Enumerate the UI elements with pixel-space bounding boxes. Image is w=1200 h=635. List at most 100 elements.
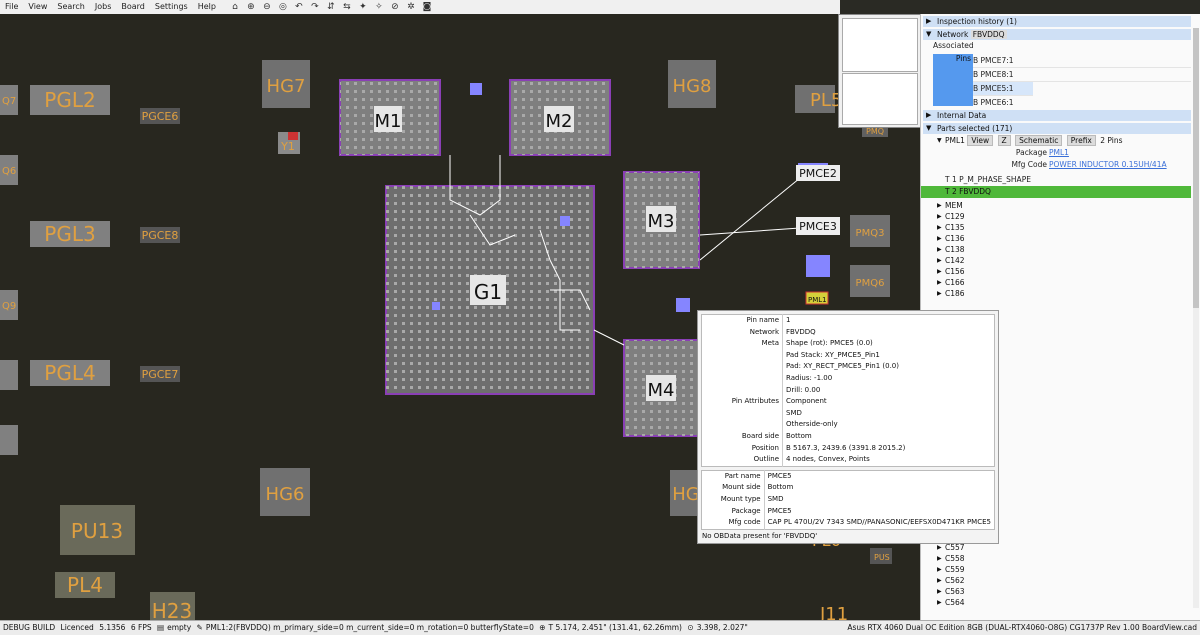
part-label: C558: [945, 554, 965, 563]
status-bar: DEBUG BUILD Licenced 5.1356 6 FPS ▤ empty…: [0, 620, 1200, 635]
pin-item[interactable]: B PMCE6:1: [973, 96, 1191, 109]
info-value: PMCE5: [767, 506, 792, 515]
mirror-icon[interactable]: ⇆: [341, 1, 353, 13]
highlight-icon[interactable]: ✦: [357, 1, 369, 13]
part-row[interactable]: ▶ C186: [921, 288, 1200, 299]
info-row: Package PMCE5: [701, 505, 995, 518]
info-value: Drill: 0.00: [786, 385, 821, 394]
label-pmq3: PMQ3: [856, 228, 885, 239]
zoom-in-icon[interactable]: ⊕: [245, 1, 257, 13]
part-row-pml1[interactable]: ▼ PML1 View Z Schematic Prefix 2 Pins: [921, 134, 1200, 147]
component-pmce5[interactable]: [806, 255, 830, 277]
label-h23: H23: [152, 599, 193, 620]
info-key: Pin name: [701, 314, 783, 327]
part-row[interactable]: ▶ MEM: [921, 200, 1200, 211]
part-label: C135: [945, 223, 965, 232]
pins-group: Pins B PMCE7:1 B PMCE8:1 B PMCE5:1 B PMC…: [921, 54, 1200, 108]
component-left-edge-2[interactable]: [0, 425, 18, 455]
menu-view[interactable]: View: [23, 0, 52, 14]
info-value: Shape (rot): PMCE5 (0.0): [786, 339, 873, 348]
label-pu13: PU13: [71, 519, 123, 543]
section-parts-selected[interactable]: ▼ Parts selected (171): [923, 123, 1191, 134]
menu-search[interactable]: Search: [52, 0, 89, 14]
info-value: 4 nodes, Convex, Points: [786, 455, 870, 464]
info-key: Mount side: [701, 482, 765, 494]
associated-label: Associated: [933, 41, 974, 50]
expand-icon: ▶: [937, 224, 942, 231]
info-key: Board side: [701, 430, 783, 443]
version-label: 5.1356: [99, 623, 126, 632]
part-row[interactable]: ▶ C156: [921, 266, 1200, 277]
prefix-button[interactable]: Prefix: [1066, 135, 1096, 146]
part-row[interactable]: ▶ C562: [921, 575, 1191, 586]
expand-icon: ▶: [926, 111, 932, 119]
section-label: Internal Data: [937, 111, 987, 120]
unhighlight-icon[interactable]: ✧: [373, 1, 385, 13]
part-label: C563: [945, 587, 965, 596]
component-left-edge-1[interactable]: [0, 360, 18, 390]
part-row[interactable]: ▶ C563: [921, 586, 1191, 597]
view-button[interactable]: View: [967, 135, 994, 146]
zoom-out-icon[interactable]: ⊖: [261, 1, 273, 13]
package-link[interactable]: PML1: [1049, 147, 1069, 159]
board-name: Asus RTX 4060 Dual OC Edition 8GB (DUAL-…: [847, 623, 1197, 632]
pin-row-1[interactable]: T 1 P_M_PHASE_SHAPE: [921, 174, 1200, 186]
info-key: [701, 407, 783, 420]
collapse-icon: ▼: [926, 124, 932, 132]
info-value: Bottom: [786, 431, 812, 440]
part-row[interactable]: ▶ C142: [921, 255, 1200, 266]
pin-item[interactable]: B PMCE7:1: [973, 54, 1191, 68]
part-row[interactable]: ▶ C559: [921, 564, 1191, 575]
section-inspection-history[interactable]: ▶ Inspection history (1): [923, 16, 1191, 27]
part-info-table: Part name PMCE5 Mount side Bottom Mount type…: [701, 469, 995, 530]
parts-list-lower: ▶ C557 ▶ C558 ▶ C559 ▶ C562 ▶ C563 ▶ C564: [921, 542, 1191, 608]
schematic-button[interactable]: Schematic: [1015, 135, 1063, 146]
minimap[interactable]: [838, 14, 922, 128]
part-row[interactable]: ▶ C136: [921, 233, 1200, 244]
minimap-top-view[interactable]: [842, 18, 918, 72]
part-row[interactable]: ▶ C138: [921, 244, 1200, 255]
minimap-bottom-view[interactable]: [842, 73, 918, 125]
package-label: Package: [1015, 148, 1047, 157]
info-value: Otherside-only: [786, 420, 838, 429]
label-pgce8: PGCE8: [142, 229, 179, 242]
panel-scrollbar[interactable]: [1193, 28, 1199, 608]
pin-item[interactable]: B PMCE8:1: [973, 68, 1191, 82]
section-label: Inspection history (1): [937, 17, 1017, 26]
menu-settings[interactable]: Settings: [150, 0, 193, 14]
part-row[interactable]: ▶ C564: [921, 597, 1191, 608]
part-label: C138: [945, 245, 965, 254]
component-y1-marker: [288, 132, 298, 140]
flip-icon[interactable]: ⇵: [325, 1, 337, 13]
part-row[interactable]: ▶ C166: [921, 277, 1200, 288]
scrollbar-thumb[interactable]: [1193, 28, 1199, 308]
pin-item-selected[interactable]: B PMCE5:1: [973, 82, 1033, 96]
home-icon[interactable]: ⌂: [229, 1, 241, 13]
hide-icon[interactable]: ⊘: [389, 1, 401, 13]
part-row[interactable]: ▶ C135: [921, 222, 1200, 233]
rotate-right-icon[interactable]: ↷: [309, 1, 321, 13]
settings-icon[interactable]: ✲: [405, 1, 417, 13]
menu-help[interactable]: Help: [193, 0, 221, 14]
zoom-fit-icon[interactable]: ◎: [277, 1, 289, 13]
info-value: 1: [786, 316, 791, 324]
pin-row-2-selected[interactable]: T 2 FBVDDQ: [921, 186, 1191, 198]
menu-file[interactable]: File: [0, 0, 23, 14]
menu-jobs[interactable]: Jobs: [90, 0, 117, 14]
section-internal-data[interactable]: ▶ Internal Data: [923, 110, 1191, 121]
menu-board[interactable]: Board: [116, 0, 150, 14]
pin-icon: ⊙: [687, 623, 694, 632]
rotate-left-icon[interactable]: ↶: [293, 1, 305, 13]
section-network[interactable]: ▼ Network FBVDDQ: [923, 29, 1191, 40]
part-row[interactable]: ▶ C558: [921, 553, 1191, 564]
part-label: C129: [945, 212, 965, 221]
pins-list: B PMCE7:1 B PMCE8:1 B PMCE5:1 B PMCE6:1: [973, 54, 1191, 109]
expand-icon: ▶: [937, 268, 942, 275]
z-button[interactable]: Z: [997, 135, 1011, 146]
mfg-link[interactable]: POWER INDUCTOR 0.15UH/41A: [1049, 159, 1167, 171]
expand-icon: ▶: [937, 246, 942, 253]
info-key: Mount type: [701, 493, 765, 506]
expand-icon: ▶: [937, 577, 942, 584]
camera-icon[interactable]: ◙: [421, 1, 433, 13]
part-row[interactable]: ▶ C129: [921, 211, 1200, 222]
